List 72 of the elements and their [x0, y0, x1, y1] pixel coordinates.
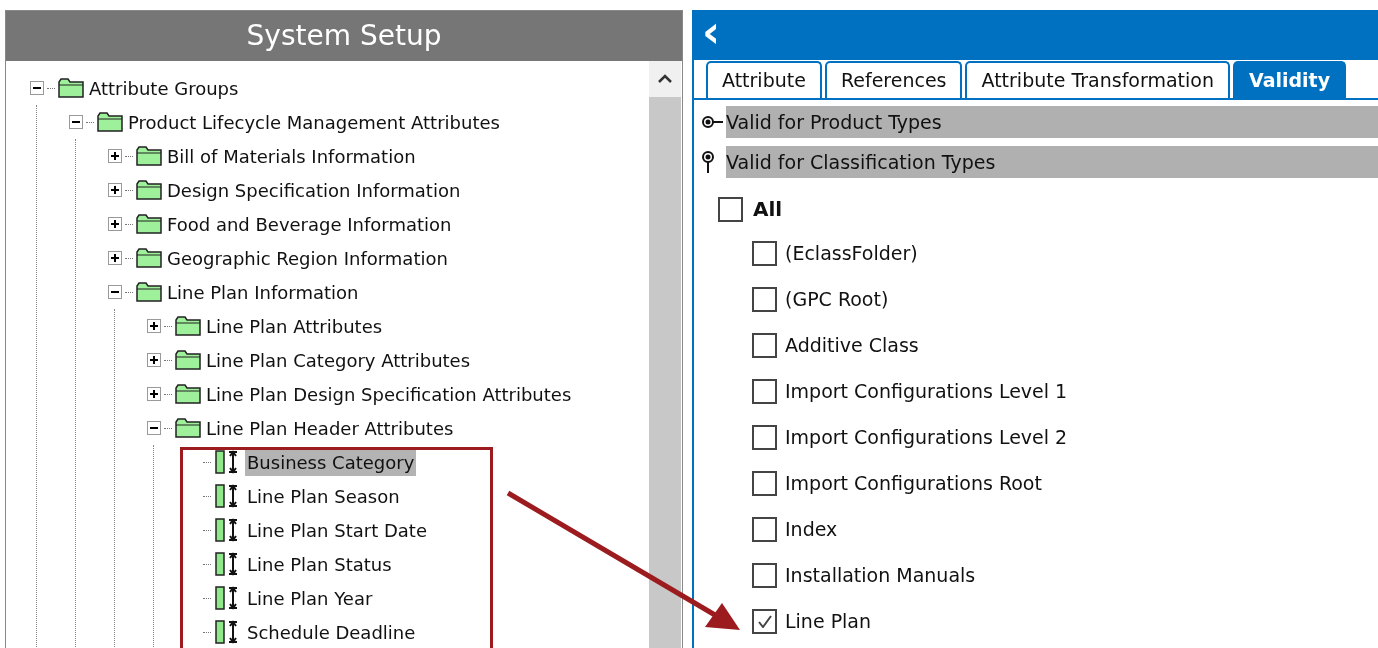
- expand-toggle[interactable]: [108, 149, 122, 163]
- tree-item[interactable]: Schedule Deadline: [245, 618, 418, 646]
- expand-toggle[interactable]: [147, 353, 161, 367]
- section-header[interactable]: Valid for Product Types: [726, 106, 1378, 138]
- tree-item[interactable]: Line Plan Status: [245, 550, 394, 578]
- checkbox[interactable]: [752, 562, 777, 588]
- chevron-up-icon[interactable]: [657, 74, 673, 84]
- checkbox[interactable]: [752, 516, 777, 542]
- checkbox[interactable]: [752, 286, 777, 312]
- tree-item[interactable]: Line Plan Information: [165, 278, 361, 306]
- expand-toggle[interactable]: [108, 183, 122, 197]
- expand-toggle[interactable]: [147, 387, 161, 401]
- check-icon: [757, 614, 772, 628]
- tree-item[interactable]: Bill of Materials Information: [165, 142, 418, 170]
- tree-item[interactable]: Business Category: [245, 448, 417, 476]
- tab[interactable]: References: [824, 61, 963, 98]
- tree-item[interactable]: Line Plan Start Date: [245, 516, 429, 544]
- checkbox-label: Import Configurations Root: [785, 470, 1042, 496]
- collapse-toggle[interactable]: [69, 115, 83, 129]
- checkbox[interactable]: [752, 424, 777, 450]
- tree-item[interactable]: Line Plan Year: [245, 584, 375, 612]
- checkbox-label: Import Configurations Level 2: [785, 424, 1068, 450]
- expand-toggle[interactable]: [108, 217, 122, 231]
- checkbox-label: (GPC Root): [785, 286, 889, 312]
- tree-item[interactable]: Line Plan Attributes: [204, 312, 385, 340]
- checkbox[interactable]: [752, 608, 777, 634]
- checkbox-label: Installation Manuals: [785, 562, 976, 588]
- tree-item[interactable]: Food and Beverage Information: [165, 210, 454, 238]
- checkbox[interactable]: [752, 332, 777, 358]
- back-button[interactable]: ‹: [702, 10, 721, 54]
- tree-item[interactable]: Product Lifecycle Management Attributes: [126, 108, 502, 136]
- checkbox[interactable]: [752, 378, 777, 404]
- tree-item[interactable]: Attribute Groups: [87, 74, 241, 102]
- checkbox[interactable]: [752, 240, 777, 266]
- pin-icon: [702, 151, 714, 173]
- checkbox-label: Line Plan: [785, 608, 872, 634]
- folder-icon: [136, 180, 162, 200]
- key-icon: [702, 116, 724, 128]
- checkbox[interactable]: [718, 196, 743, 222]
- folder-icon: [97, 112, 123, 132]
- section-header[interactable]: Valid for Classification Types: [726, 146, 1378, 178]
- folder-icon: [136, 214, 162, 234]
- checkbox-label: Additive Class: [785, 332, 919, 358]
- checkbox[interactable]: [752, 470, 777, 496]
- collapse-toggle[interactable]: [30, 81, 44, 95]
- tab[interactable]: Attribute: [706, 61, 822, 98]
- panel-title-bar: System Setup: [6, 11, 682, 61]
- collapse-toggle[interactable]: [108, 285, 122, 299]
- tab[interactable]: Validity: [1232, 61, 1347, 98]
- folder-icon: [136, 248, 162, 268]
- collapse-toggle[interactable]: [147, 421, 161, 435]
- checkbox-label: All: [753, 196, 783, 223]
- expand-toggle[interactable]: [108, 251, 122, 265]
- checkbox-label: Index: [785, 516, 838, 542]
- scrollbar[interactable]: [649, 61, 681, 648]
- folder-icon: [175, 384, 201, 404]
- tree-item[interactable]: Line Plan Category Attributes: [204, 346, 473, 374]
- folder-icon: [175, 418, 201, 438]
- checkbox-label: (EclassFolder): [785, 240, 918, 266]
- expand-toggle[interactable]: [147, 319, 161, 333]
- tree-item[interactable]: Geographic Region Information: [165, 244, 450, 272]
- folder-icon: [136, 146, 162, 166]
- tree-item[interactable]: Line Plan Design Specification Attributes: [204, 380, 574, 408]
- folder-icon: [58, 78, 84, 98]
- checkbox-label: Import Configurations Level 1: [785, 378, 1068, 404]
- tab[interactable]: Attribute Transformation: [965, 61, 1230, 98]
- tree-item[interactable]: Design Specification Information: [165, 176, 463, 204]
- folder-icon: [136, 282, 162, 302]
- tree-item[interactable]: Line Plan Header Attributes: [204, 414, 456, 442]
- folder-icon: [175, 350, 201, 370]
- folder-icon: [175, 316, 201, 336]
- tree-item[interactable]: Line Plan Season: [245, 482, 402, 510]
